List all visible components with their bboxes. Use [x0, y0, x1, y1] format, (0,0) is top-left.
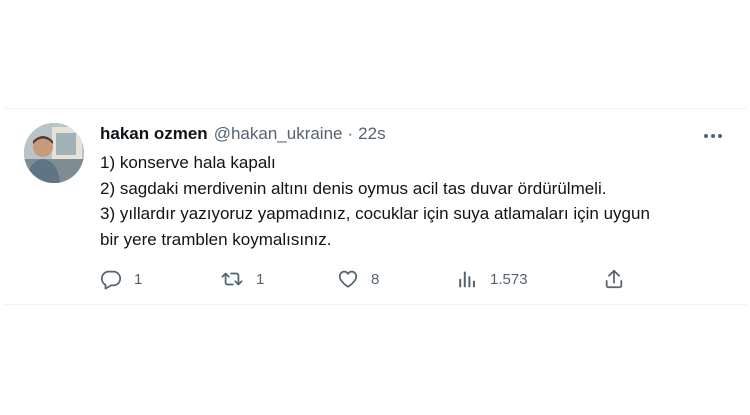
more-button[interactable]: [701, 123, 725, 147]
reply-count: 1: [134, 270, 143, 288]
tweet-card[interactable]: hakan ozmen @hakan_ukraine · 22s 1) kons…: [3, 108, 747, 305]
like-count: 8: [371, 270, 380, 288]
header-separator: ·: [347, 124, 354, 143]
reply-icon: [100, 268, 122, 290]
tweet-header: hakan ozmen @hakan_ukraine · 22s: [100, 123, 386, 145]
more-icon: [703, 126, 723, 144]
heart-icon: [337, 268, 359, 290]
retweet-icon: [220, 268, 244, 290]
tweet-text: 1) konserve hala kapalı 2) sagdaki merdi…: [100, 150, 720, 252]
tweet-text-line: 1) konserve hala kapalı: [100, 153, 276, 172]
avatar[interactable]: [24, 123, 84, 183]
tweet-text-line: 2) sagdaki merdivenin altını denis oymus…: [100, 178, 607, 198]
author-name[interactable]: hakan ozmen: [100, 124, 208, 144]
tweet-actions: 1 1 8 1.573: [100, 267, 630, 291]
analytics-icon: [456, 268, 478, 290]
views-count: 1.573: [490, 270, 528, 288]
views-button[interactable]: 1.573: [456, 267, 528, 291]
reply-button[interactable]: 1: [100, 267, 142, 291]
like-button[interactable]: 8: [337, 267, 379, 291]
retweet-count: 1: [256, 270, 265, 288]
author-handle[interactable]: @hakan_ukraine: [214, 124, 343, 144]
tweet-text-line: bir yere tramblen koymalısınız.: [100, 229, 332, 249]
tweet-timestamp[interactable]: 22s: [358, 124, 385, 144]
share-button[interactable]: [603, 267, 625, 291]
share-icon: [603, 268, 625, 290]
tweet-text-line: 3) yıllardır yazıyoruz yapmadınız, cocuk…: [100, 204, 650, 223]
retweet-button[interactable]: 1: [220, 267, 264, 291]
